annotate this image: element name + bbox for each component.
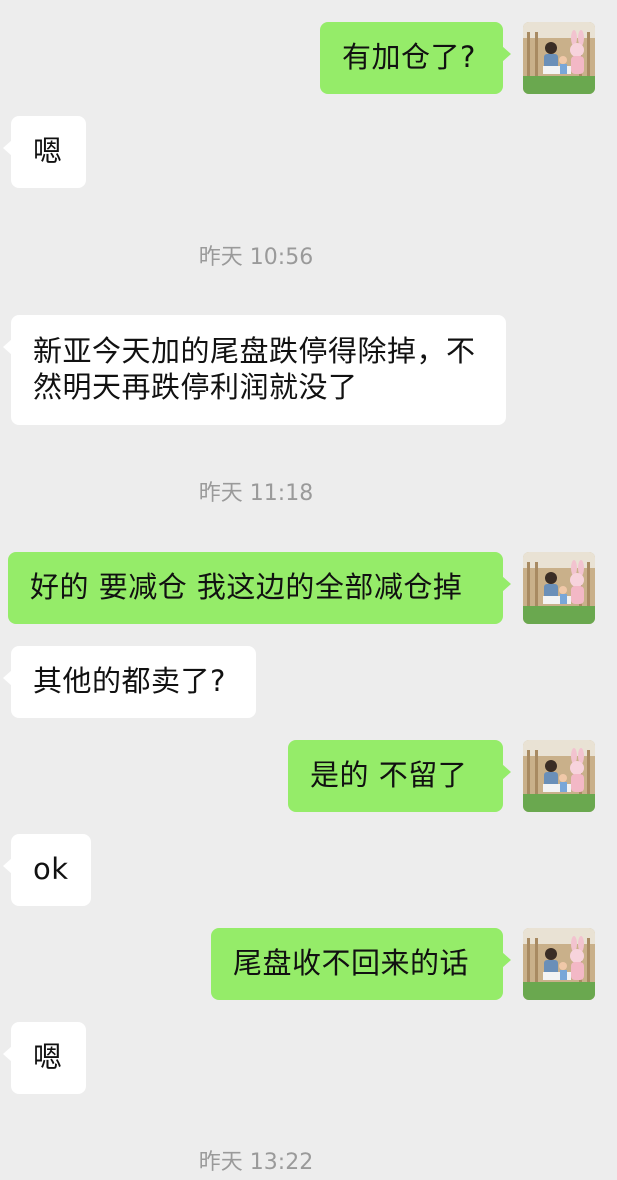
message-text: 嗯 bbox=[33, 1040, 63, 1074]
message-text: 新亚今天加的尾盘跌停得除掉，不然明天再跌停利润就没了 bbox=[33, 334, 476, 404]
message-text: 嗯 bbox=[33, 134, 63, 168]
message-text: ok bbox=[33, 852, 69, 886]
avatar-photo-icon bbox=[523, 740, 595, 812]
message-text: 好的 要减仓 我这边的全部减仓掉 bbox=[30, 570, 463, 604]
message-bubble-sent[interactable]: 是的 不留了 bbox=[288, 740, 511, 812]
message-text: 尾盘收不回来的话 bbox=[233, 946, 470, 980]
user-avatar[interactable] bbox=[523, 740, 595, 812]
avatar-photo-icon bbox=[523, 552, 595, 624]
user-avatar[interactable] bbox=[523, 22, 595, 94]
message-bubble-received[interactable]: 嗯 bbox=[3, 1022, 86, 1094]
user-avatar[interactable] bbox=[523, 552, 595, 624]
message-text: 是的 不留了 bbox=[310, 758, 468, 792]
message-text: 有加仓了? bbox=[342, 40, 476, 74]
message-bubble-received[interactable]: 嗯 bbox=[3, 116, 86, 188]
message-bubble-received[interactable]: 其他的都卖了? bbox=[3, 646, 256, 718]
message-text: 其他的都卖了? bbox=[33, 664, 226, 698]
user-avatar[interactable] bbox=[523, 928, 595, 1000]
message-bubble-sent[interactable]: 有加仓了? bbox=[320, 22, 511, 94]
chat-view: 有加仓了? 嗯 昨天 10:56 新亚今天加的尾盘跌停得除掉，不然明天再跌停利润… bbox=[0, 0, 617, 1180]
message-bubble-received[interactable]: ok bbox=[3, 834, 91, 906]
message-bubble-sent[interactable]: 尾盘收不回来的话 bbox=[211, 928, 511, 1000]
message-timestamp: 昨天 11:18 bbox=[198, 481, 314, 506]
message-bubble-received[interactable]: 新亚今天加的尾盘跌停得除掉，不然明天再跌停利润就没了 bbox=[3, 315, 506, 425]
message-timestamp: 昨天 13:22 bbox=[198, 1150, 314, 1175]
message-timestamp: 昨天 10:56 bbox=[198, 245, 314, 270]
avatar-photo-icon bbox=[523, 22, 595, 94]
avatar-photo-icon bbox=[523, 928, 595, 1000]
message-bubble-sent[interactable]: 好的 要减仓 我这边的全部减仓掉 bbox=[8, 552, 511, 624]
